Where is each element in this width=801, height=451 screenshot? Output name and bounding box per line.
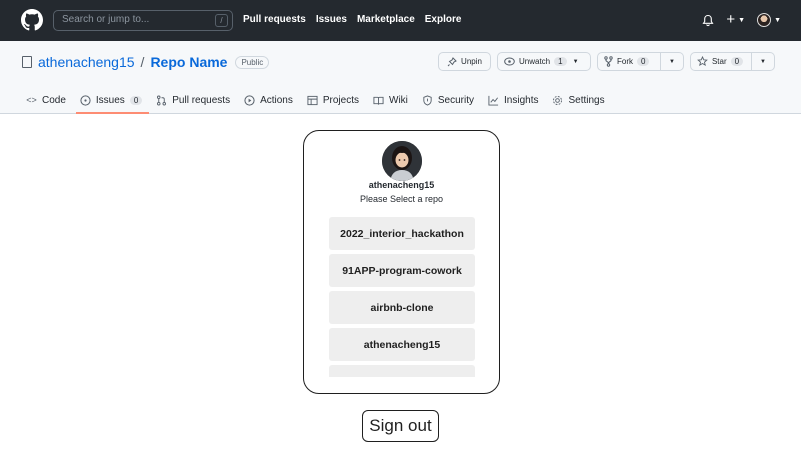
play-icon: [244, 94, 255, 106]
unwatch-label: Unwatch: [519, 57, 551, 66]
active-tab-indicator: [76, 112, 149, 114]
shield-icon: [423, 94, 432, 106]
tab-label: Actions: [260, 94, 293, 106]
repo-tabs: <> Code Issues 0 Pull requests Actions P…: [26, 92, 605, 108]
unpin-button[interactable]: Unpin: [438, 52, 491, 71]
graph-icon: [488, 95, 499, 106]
chevron-down-icon: ▼: [774, 16, 781, 24]
tab-label: Code: [42, 94, 66, 106]
star-button-group: Star 0 ▼: [689, 52, 775, 71]
repo-owner-link[interactable]: athenacheng15: [38, 54, 135, 70]
fork-button-group: Fork 0 ▼: [597, 52, 684, 71]
chevron-down-icon: ▼: [669, 58, 675, 65]
github-logo-icon[interactable]: [21, 9, 43, 31]
tab-label: Insights: [504, 94, 539, 106]
issues-count: 0: [129, 95, 143, 105]
repo-name-link[interactable]: Repo Name: [150, 54, 227, 70]
tab-label: Pull requests: [172, 94, 231, 106]
unwatch-button[interactable]: Unwatch 1 ▼: [497, 52, 591, 71]
sign-out-button[interactable]: Sign out: [362, 410, 439, 442]
star-count: 0: [730, 57, 744, 66]
tab-label: Projects: [322, 94, 359, 106]
repo-title: athenacheng15 / Repo Name Public: [22, 54, 270, 70]
search-shortcut-key: /: [215, 14, 228, 27]
nav-pull-requests[interactable]: Pull requests: [243, 14, 306, 25]
repo-option[interactable]: blog-frontend: [329, 365, 475, 377]
repo-option[interactable]: 2022_interior_hackathon: [329, 217, 475, 250]
repo-icon: [22, 56, 32, 68]
fork-dropdown-button[interactable]: ▼: [661, 52, 684, 71]
chevron-down-icon: ▼: [738, 16, 746, 24]
nav-explore[interactable]: Explore: [425, 14, 462, 25]
gear-icon: [553, 95, 563, 105]
tab-actions[interactable]: Actions: [244, 92, 293, 108]
star-button[interactable]: Star 0: [689, 52, 752, 71]
tab-label: Security: [437, 94, 475, 106]
header-right-controls: + ▼ ▼: [702, 11, 781, 29]
tab-security[interactable]: Security: [422, 92, 474, 108]
nav-marketplace[interactable]: Marketplace: [357, 14, 415, 25]
book-icon: [373, 96, 384, 105]
repo-separator: /: [140, 54, 145, 70]
repo-option[interactable]: 91APP-program-cowork: [329, 254, 475, 287]
chevron-down-icon: ▼: [572, 58, 579, 65]
pin-icon: [447, 56, 457, 66]
eye-icon: [504, 57, 515, 66]
tab-pull-requests[interactable]: Pull requests: [156, 92, 230, 108]
avatar: [757, 13, 772, 27]
star-dropdown-button[interactable]: ▼: [751, 52, 775, 71]
tab-label: Settings: [568, 94, 605, 106]
unpin-label: Unpin: [461, 57, 482, 66]
pull-request-icon: [157, 95, 167, 105]
global-nav: Pull requests Issues Marketplace Explore: [243, 14, 461, 25]
tab-projects[interactable]: Projects: [307, 92, 359, 108]
nav-issues[interactable]: Issues: [316, 14, 347, 25]
repo-actions: Unpin Unwatch 1 ▼ Fork 0 ▼ Star 0 ▼: [438, 52, 775, 71]
plus-icon: +: [726, 11, 736, 28]
repo-header: athenacheng15 / Repo Name Public Unpin U…: [0, 41, 801, 114]
global-header: Search or jump to... / Pull requests Iss…: [0, 0, 801, 41]
tab-settings[interactable]: Settings: [552, 92, 605, 108]
star-label: Star: [711, 57, 727, 66]
create-new-button[interactable]: + ▼: [726, 11, 745, 29]
visibility-badge: Public: [235, 55, 270, 69]
tab-code[interactable]: <> Code: [26, 92, 66, 108]
repo-selector-card: athenacheng15 Please Select a repo 2022_…: [303, 130, 500, 394]
search-placeholder: Search or jump to...: [62, 14, 150, 25]
avatar: [382, 141, 422, 181]
star-icon: [697, 56, 708, 67]
issue-icon: [80, 94, 91, 106]
select-repo-prompt: Please Select a repo: [359, 194, 444, 204]
chevron-down-icon: ▼: [759, 58, 766, 65]
repo-option[interactable]: athenacheng15: [329, 328, 475, 361]
unwatch-count: 1: [554, 57, 567, 66]
repo-list[interactable]: 2022_interior_hackathon 91APP-program-co…: [329, 217, 475, 377]
user-menu-button[interactable]: ▼: [757, 13, 781, 27]
username: athenacheng15: [368, 180, 435, 190]
bell-icon[interactable]: [702, 14, 714, 27]
tab-label: Wiki: [389, 94, 408, 106]
fork-label: Fork: [617, 57, 633, 66]
code-icon: <>: [26, 94, 37, 105]
tab-issues[interactable]: Issues 0: [80, 92, 143, 108]
fork-icon: [604, 56, 613, 67]
tab-wiki[interactable]: Wiki: [373, 92, 408, 108]
tab-insights[interactable]: Insights: [488, 92, 538, 108]
repo-option[interactable]: airbnb-clone: [329, 291, 475, 324]
search-input[interactable]: Search or jump to... /: [53, 10, 233, 31]
tab-label: Issues: [95, 94, 125, 106]
fork-button[interactable]: Fork 0: [597, 52, 661, 71]
table-icon: [307, 95, 318, 105]
fork-count: 0: [637, 57, 650, 66]
